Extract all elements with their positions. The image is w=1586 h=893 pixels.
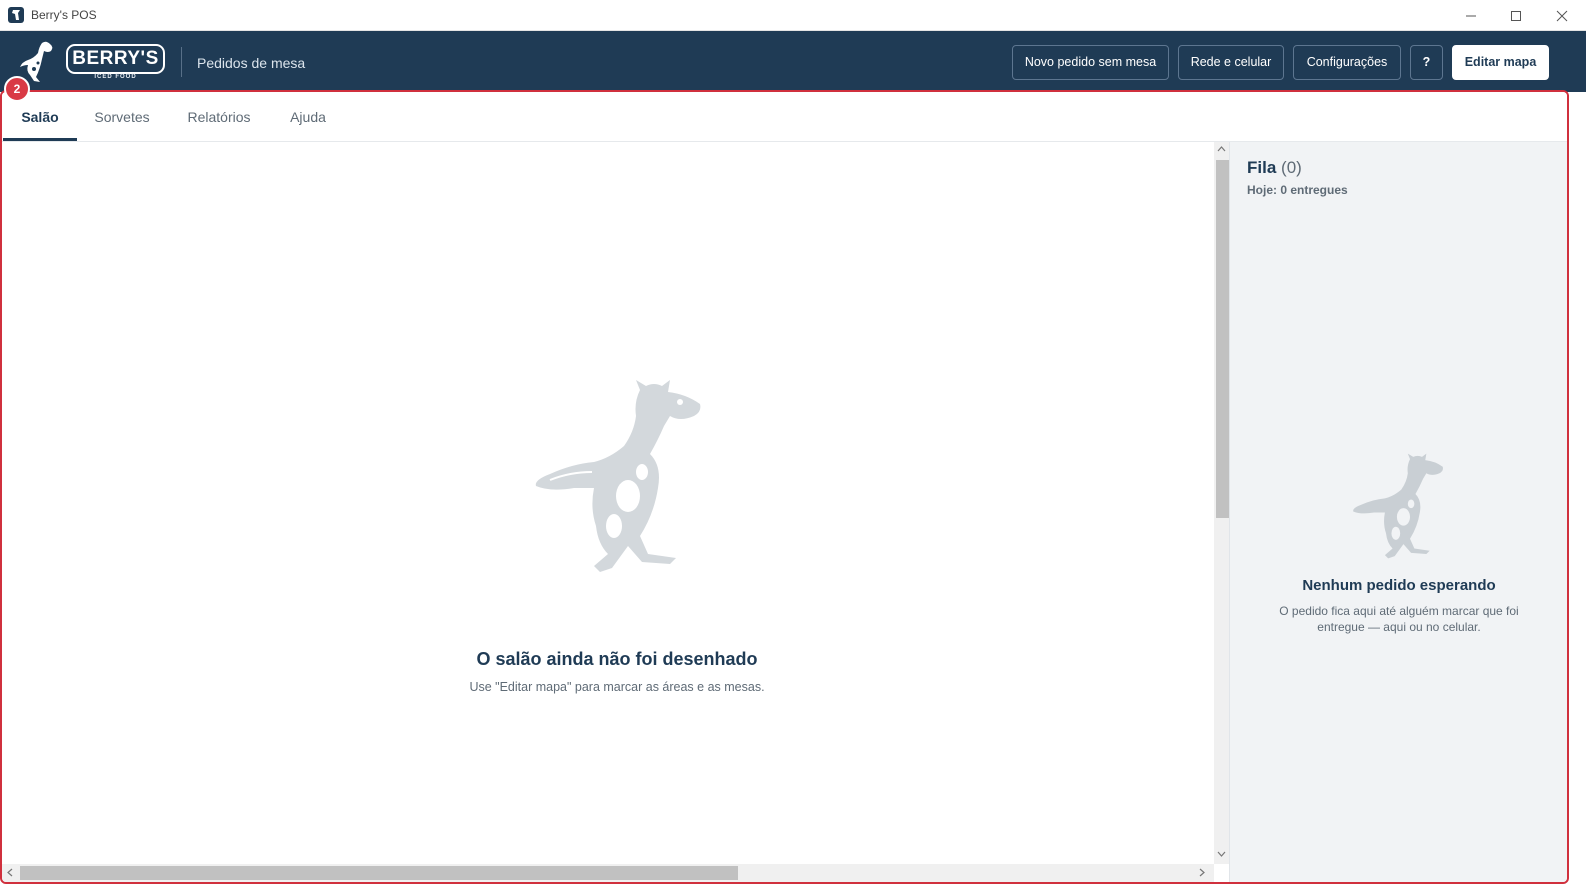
order-queue-panel: Fila (0) Hoje: 0 entregues Nenhum pedido… bbox=[1229, 142, 1567, 882]
scroll-down-arrow-icon[interactable] bbox=[1217, 851, 1226, 857]
annotation-badge: 2 bbox=[4, 76, 30, 102]
cow-mascot-illustration-icon bbox=[535, 380, 701, 572]
window-title: Berry's POS bbox=[31, 8, 97, 22]
scroll-right-arrow-icon[interactable] bbox=[1199, 868, 1205, 877]
horizontal-scroll-thumb[interactable] bbox=[20, 866, 738, 880]
queue-title-label: Fila bbox=[1247, 158, 1277, 177]
queue-empty-title: Nenhum pedido esperando bbox=[1302, 577, 1496, 594]
cow-mascot-small-icon bbox=[1353, 453, 1443, 559]
header-divider bbox=[181, 47, 182, 77]
network-and-mobile-button[interactable]: Rede e celular bbox=[1178, 45, 1284, 80]
queue-empty-subtitle: O pedido fica aqui até alguém marcar que… bbox=[1279, 604, 1519, 634]
scroll-left-arrow-icon[interactable] bbox=[7, 868, 13, 877]
page-title: Pedidos de mesa bbox=[197, 55, 306, 71]
floor-map-canvas[interactable]: O salão ainda não foi desenhado Use "Edi… bbox=[2, 142, 1214, 864]
minimize-button[interactable] bbox=[1448, 0, 1494, 31]
new-order-without-table-button[interactable]: Novo pedido sem mesa bbox=[1012, 45, 1169, 80]
settings-button[interactable]: Configurações bbox=[1293, 45, 1401, 80]
queue-today-summary: Hoje: 0 entregues bbox=[1247, 183, 1348, 197]
tab-bar: Salão Sorvetes Relatórios Ajuda bbox=[2, 92, 1567, 142]
scroll-up-arrow-icon[interactable] bbox=[1217, 146, 1226, 152]
edit-map-button[interactable]: Editar mapa bbox=[1452, 45, 1549, 80]
app-icon bbox=[8, 7, 24, 23]
help-button[interactable]: ? bbox=[1410, 45, 1443, 80]
main-content-frame: Salão Sorvetes Relatórios Ajuda O salão … bbox=[0, 90, 1569, 884]
maximize-icon bbox=[1511, 11, 1521, 21]
vertical-scrollbar[interactable] bbox=[1214, 142, 1229, 864]
maximize-button[interactable] bbox=[1493, 0, 1539, 31]
brand-logo: BERRY'S bbox=[66, 44, 165, 74]
empty-floor-subtitle: Use "Editar mapa" para marcar as áreas e… bbox=[469, 680, 765, 694]
app-header: BERRY'S ICED FOOD Pedidos de mesa Novo p… bbox=[0, 31, 1586, 92]
horizontal-scrollbar[interactable] bbox=[2, 864, 1214, 882]
window-titlebar: Berry's POS bbox=[0, 0, 1586, 31]
empty-floor-title: O salão ainda não foi desenhado bbox=[476, 649, 758, 669]
queue-title: Fila (0) bbox=[1247, 158, 1302, 178]
tab-relatorios[interactable]: Relatórios bbox=[184, 92, 254, 141]
queue-count: (0) bbox=[1281, 158, 1302, 177]
brand-logo-subtext: ICED FOOD bbox=[94, 74, 137, 80]
minimize-icon bbox=[1466, 15, 1476, 17]
vertical-scroll-thumb[interactable] bbox=[1216, 160, 1229, 518]
close-icon bbox=[1556, 10, 1568, 22]
close-button[interactable] bbox=[1539, 0, 1585, 31]
tab-sorvetes[interactable]: Sorvetes bbox=[91, 92, 153, 141]
tab-ajuda[interactable]: Ajuda bbox=[285, 92, 331, 141]
